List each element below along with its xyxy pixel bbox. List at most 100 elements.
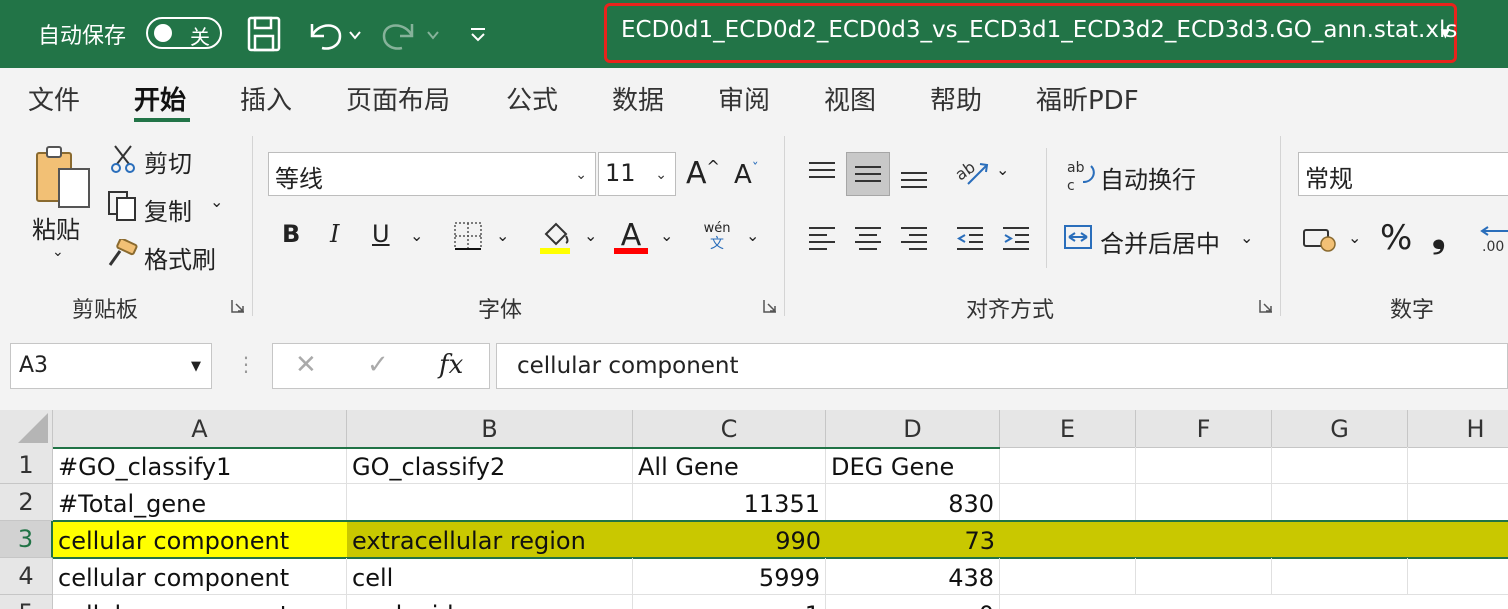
table-cell[interactable]: [1000, 484, 1136, 521]
number-format-combo[interactable]: 常规: [1298, 152, 1508, 196]
insert-function-icon[interactable]: fx: [439, 350, 463, 380]
column-header-e[interactable]: E: [1000, 410, 1136, 448]
column-header-a[interactable]: A: [53, 410, 347, 448]
decrease-indent-icon[interactable]: [952, 218, 988, 258]
table-cell[interactable]: 73: [826, 521, 1000, 558]
active-cell[interactable]: cellular component: [53, 521, 347, 558]
tab-view[interactable]: 视图: [824, 80, 876, 117]
fill-color-dropdown-icon[interactable]: ⌄: [584, 226, 597, 245]
table-cell[interactable]: [1272, 558, 1408, 595]
column-header-c[interactable]: C: [633, 410, 826, 448]
row-header[interactable]: 2: [0, 484, 53, 521]
increase-decimal-icon[interactable]: .00: [1478, 220, 1508, 256]
formula-input[interactable]: cellular component: [496, 343, 1508, 389]
tab-foxit-pdf[interactable]: 福昕PDF: [1036, 80, 1139, 117]
tab-formulas[interactable]: 公式: [506, 80, 558, 117]
percent-button[interactable]: %: [1380, 218, 1412, 258]
accounting-format-icon[interactable]: [1300, 222, 1340, 256]
column-header-h[interactable]: H: [1408, 410, 1508, 448]
table-cell[interactable]: [347, 484, 633, 521]
merge-center-icon[interactable]: [1062, 220, 1094, 254]
row-header[interactable]: 3: [0, 521, 53, 558]
font-color-icon[interactable]: A: [614, 216, 648, 256]
clipboard-dialog-launcher-icon[interactable]: [230, 298, 246, 314]
align-right-icon[interactable]: [896, 218, 932, 258]
fill-color-icon[interactable]: [538, 218, 572, 256]
table-cell[interactable]: [1000, 447, 1136, 484]
wrap-text-button[interactable]: 自动换行: [1100, 160, 1196, 195]
alignment-dialog-launcher-icon[interactable]: [1258, 298, 1274, 314]
font-size-combo[interactable]: 11 ⌄: [598, 152, 676, 196]
formula-bar-splitter-icon[interactable]: ⋮: [236, 352, 256, 376]
scissors-icon[interactable]: [110, 144, 136, 174]
copy-button[interactable]: 复制: [144, 192, 192, 227]
shrink-font-button[interactable]: Aˇ: [734, 160, 759, 190]
merge-center-button[interactable]: 合并后居中: [1100, 224, 1220, 259]
wrap-text-icon[interactable]: ab c: [1064, 156, 1098, 196]
name-box[interactable]: A3 ▼: [10, 343, 212, 389]
table-cell[interactable]: 1: [633, 595, 826, 609]
column-header-g[interactable]: G: [1272, 410, 1408, 448]
table-cell[interactable]: [1000, 558, 1136, 595]
phonetic-guide-icon[interactable]: wén 文: [700, 220, 734, 254]
column-header-f[interactable]: F: [1136, 410, 1272, 448]
table-cell[interactable]: nucleoid: [347, 595, 633, 609]
orientation-dropdown-icon[interactable]: ⌄: [996, 160, 1009, 179]
table-cell[interactable]: [1408, 558, 1508, 595]
align-bottom-icon[interactable]: [896, 156, 932, 196]
row-header[interactable]: 5: [0, 595, 53, 609]
tab-review[interactable]: 审阅: [718, 80, 770, 117]
worksheet-grid[interactable]: A B C D E F G H 1 2 3 4 5 #GO_classify1 …: [0, 410, 1508, 609]
phonetic-dropdown-icon[interactable]: ⌄: [746, 226, 759, 245]
column-header-b[interactable]: B: [347, 410, 633, 448]
table-cell[interactable]: 990: [633, 521, 826, 558]
increase-indent-icon[interactable]: [998, 218, 1034, 258]
tab-file[interactable]: 文件: [28, 80, 80, 117]
table-cell[interactable]: extracellular region: [347, 521, 633, 558]
document-filename[interactable]: ECD0d1_ECD0d2_ECD0d3_vs_ECD3d1_ECD3d2_EC…: [621, 17, 1457, 43]
align-middle-icon[interactable]: [846, 152, 890, 196]
customize-quick-access-icon[interactable]: [464, 14, 492, 54]
underline-button[interactable]: U: [372, 220, 390, 248]
format-painter-button[interactable]: 格式刷: [144, 240, 216, 275]
row-header[interactable]: 4: [0, 558, 53, 595]
table-cell[interactable]: 11351: [633, 484, 826, 521]
table-cell[interactable]: 5999: [633, 558, 826, 595]
table-cell[interactable]: [1408, 484, 1508, 521]
borders-icon[interactable]: [452, 220, 484, 252]
table-cell[interactable]: cellular component: [53, 595, 347, 609]
paste-label[interactable]: 粘贴: [32, 210, 80, 245]
select-all-button[interactable]: [0, 410, 53, 448]
comma-style-button[interactable]: ❟: [1432, 216, 1445, 256]
tab-page-layout[interactable]: 页面布局: [346, 80, 450, 117]
table-cell[interactable]: DEG Gene: [826, 447, 1000, 484]
filename-dropdown-icon[interactable]: ▼: [1441, 26, 1450, 40]
align-top-icon[interactable]: [804, 152, 840, 192]
format-painter-icon[interactable]: [106, 238, 138, 270]
table-cell[interactable]: [1136, 558, 1272, 595]
copy-icon[interactable]: [106, 190, 138, 222]
table-cell[interactable]: #GO_classify1: [53, 447, 347, 484]
orientation-icon[interactable]: ab: [952, 152, 992, 192]
table-cell[interactable]: [1136, 447, 1272, 484]
table-cell[interactable]: [1136, 484, 1272, 521]
tab-insert[interactable]: 插入: [240, 80, 292, 117]
paste-icon[interactable]: [30, 142, 92, 212]
table-cell[interactable]: 0: [826, 595, 1000, 609]
table-cell[interactable]: All Gene: [633, 447, 826, 484]
table-cell[interactable]: cell: [347, 558, 633, 595]
autosave-toggle[interactable]: 关: [146, 17, 222, 49]
cut-button[interactable]: 剪切: [144, 144, 192, 179]
table-cell[interactable]: GO_classify2: [347, 447, 633, 484]
table-cell[interactable]: [1408, 447, 1508, 484]
align-center-icon[interactable]: [850, 218, 886, 258]
align-left-icon[interactable]: [804, 218, 840, 258]
grow-font-button[interactable]: A^: [686, 156, 720, 191]
copy-dropdown-icon[interactable]: ⌄: [210, 192, 223, 211]
table-cell[interactable]: [1272, 484, 1408, 521]
row-header[interactable]: 1: [0, 447, 53, 484]
accounting-dropdown-icon[interactable]: ⌄: [1348, 228, 1361, 247]
table-cell[interactable]: cellular component: [53, 558, 347, 595]
font-color-dropdown-icon[interactable]: ⌄: [660, 226, 673, 245]
font-name-combo[interactable]: 等线 ⌄: [268, 152, 596, 196]
